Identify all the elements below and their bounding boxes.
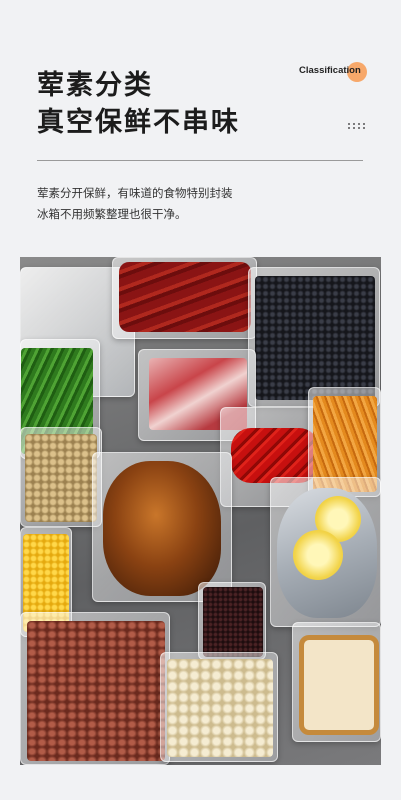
soybeans	[25, 434, 97, 522]
divider	[37, 160, 363, 161]
black-rice	[203, 587, 263, 657]
bread-bag	[292, 622, 381, 742]
description-line-1: 荤素分开保鲜，有味道的食物特别封装	[37, 186, 233, 200]
page-title-line-1: 荤素分类	[37, 70, 153, 101]
dot-grid-icon	[348, 123, 366, 129]
black-rice-bag	[198, 582, 266, 660]
description-line-2: 冰箱不用频繁整理也很干净。	[37, 207, 187, 221]
roast-chicken-bag	[92, 452, 232, 602]
red-beans-bag	[20, 612, 170, 765]
badge-label: Classification	[299, 65, 361, 76]
food-bags-photo	[20, 257, 381, 765]
lotus-seeds	[167, 659, 273, 757]
sausage	[119, 262, 251, 332]
sausage-bag	[112, 257, 257, 339]
lemon-slice	[293, 530, 343, 580]
classification-badge: Classification	[299, 62, 367, 82]
roast-chicken	[103, 461, 221, 596]
fish-bag	[270, 477, 381, 627]
lotus-seeds-bag	[160, 652, 278, 762]
bread	[299, 635, 379, 735]
red-beans	[27, 621, 165, 761]
soybeans-bag	[20, 427, 102, 527]
black-beans-bag	[248, 267, 380, 407]
page-title-line-2: 真空保鲜不串味	[37, 107, 240, 138]
black-beans	[255, 276, 375, 400]
chili-peppers	[231, 428, 319, 483]
